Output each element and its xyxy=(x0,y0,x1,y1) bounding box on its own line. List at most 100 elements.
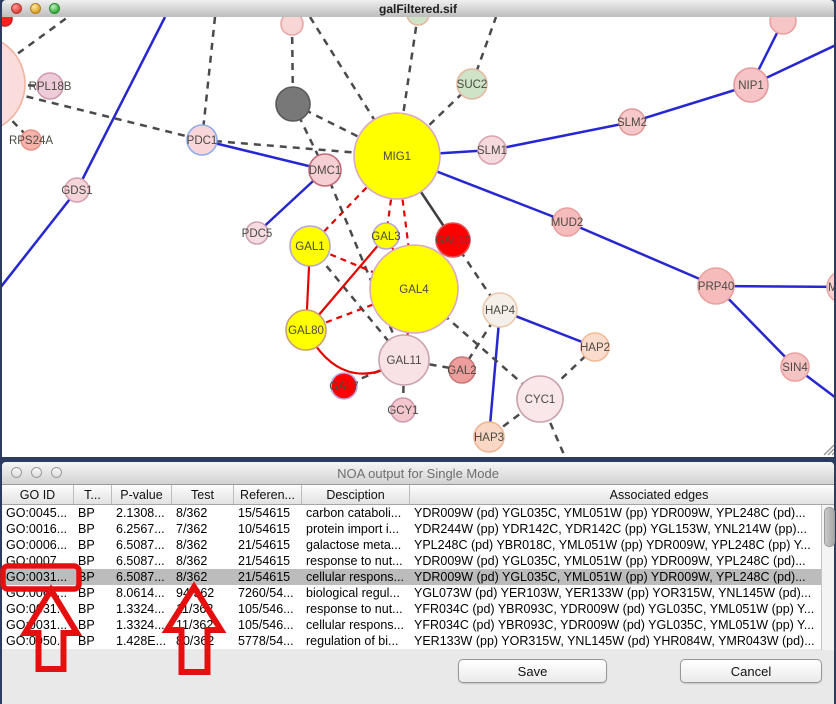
table-row-2[interactable]: GO:0016...BP6.2567...7/36210/54615protei… xyxy=(2,521,834,537)
node-topRightPink[interactable] xyxy=(770,17,796,34)
cell-type[interactable]: BP xyxy=(74,633,112,649)
cell-edges[interactable]: YGL073W (pd) YER103W, YER133W (pp) YOR31… xyxy=(410,585,836,601)
cell-reference[interactable]: 21/54615 xyxy=(234,553,302,569)
cell-p_value[interactable]: 6.5087... xyxy=(112,569,172,585)
table-row-1[interactable]: GO:0045...BP2.1308...8/36215/54615carbon… xyxy=(2,505,834,521)
cell-go_id[interactable]: GO:0007... xyxy=(2,553,74,569)
cell-type[interactable]: BP xyxy=(74,537,112,553)
table-row-7[interactable]: GO:0031...BP1.3324...11/362105/546...res… xyxy=(2,601,834,617)
cell-type[interactable]: BP xyxy=(74,505,112,521)
cell-type[interactable]: BP xyxy=(74,585,112,601)
column-header-go-id[interactable]: GO ID xyxy=(2,485,74,504)
cell-type[interactable]: BP xyxy=(74,617,112,633)
column-header-desciption[interactable]: Desciption xyxy=(302,485,410,504)
cell-p_value[interactable]: 1.3324... xyxy=(112,601,172,617)
cell-p_value[interactable]: 1.3324... xyxy=(112,617,172,633)
cell-type[interactable]: BP xyxy=(74,569,112,585)
node-label-GAL11: GAL11 xyxy=(387,355,422,367)
cell-test[interactable]: 8/362 xyxy=(172,553,234,569)
cell-edges[interactable]: YDR244W (pp) YDR142C, YDR142C (pp) YGL15… xyxy=(410,521,836,537)
cell-test[interactable]: 7/362 xyxy=(172,521,234,537)
table-row-3[interactable]: GO:0006...BP6.5087...8/36221/54615galact… xyxy=(2,537,834,553)
cell-reference[interactable]: 105/546... xyxy=(234,617,302,633)
close-button[interactable] xyxy=(11,3,22,14)
cell-reference[interactable]: 21/54615 xyxy=(234,569,302,585)
cell-description[interactable]: regulation of bi... xyxy=(302,633,410,649)
vertical-scrollbar[interactable] xyxy=(821,505,834,650)
cell-type[interactable]: BP xyxy=(74,521,112,537)
column-header-test[interactable]: Test xyxy=(172,485,234,504)
close-button[interactable] xyxy=(11,467,22,478)
cell-test[interactable]: 11/362 xyxy=(172,601,234,617)
graph-window-titlebar[interactable]: galFiltered.sif xyxy=(2,0,834,18)
table-row-6[interactable]: GO:0065...BP8.0614...94/3627260/54...bio… xyxy=(2,585,834,601)
cell-test[interactable]: 8/362 xyxy=(172,537,234,553)
cell-description[interactable]: galactose meta... xyxy=(302,537,410,553)
cell-description[interactable]: carbon cataboli... xyxy=(302,505,410,521)
node-greenTop[interactable] xyxy=(407,17,429,25)
noa-window-titlebar[interactable]: NOA output for Single Mode xyxy=(2,462,834,485)
node-topPale[interactable] xyxy=(281,17,303,35)
table-row-4[interactable]: GO:0007...BP6.5087...8/36221/54615respon… xyxy=(2,553,834,569)
cell-reference[interactable]: 15/54615 xyxy=(234,505,302,521)
zoom-button[interactable] xyxy=(49,3,60,14)
cell-edges[interactable]: YFR034C (pd) YBR093C, YDR009W (pd) YGL03… xyxy=(410,601,836,617)
cell-p_value[interactable]: 8.0614... xyxy=(112,585,172,601)
table-row-9[interactable]: GO:0050...BP1.428E...80/3625778/54...reg… xyxy=(2,633,834,649)
column-header-t-[interactable]: T... xyxy=(74,485,112,504)
cell-go_id[interactable]: GO:0006... xyxy=(2,537,74,553)
cell-edges[interactable]: YPL248C (pd) YBR018C, YML051W (pp) YDR00… xyxy=(410,537,836,553)
cell-test[interactable]: 11/362 xyxy=(172,617,234,633)
cell-go_id[interactable]: GO:0031... xyxy=(2,601,74,617)
cell-reference[interactable]: 7260/54... xyxy=(234,585,302,601)
zoom-button[interactable] xyxy=(51,467,62,478)
minimize-button[interactable] xyxy=(31,467,42,478)
column-header-p-value[interactable]: P-value xyxy=(112,485,172,504)
scrollbar-thumb[interactable] xyxy=(824,507,835,547)
cell-reference[interactable]: 21/54615 xyxy=(234,537,302,553)
column-header-associated-edges[interactable]: Associated edges xyxy=(410,485,836,504)
cell-description[interactable]: cellular respons... xyxy=(302,617,410,633)
cell-edges[interactable]: YDR009W (pd) YGL035C, YML051W (pp) YDR00… xyxy=(410,505,836,521)
cell-edges[interactable]: YDR009W (pd) YGL035C, YML051W (pp) YDR00… xyxy=(410,553,836,569)
cell-type[interactable]: BP xyxy=(74,601,112,617)
cell-go_id[interactable]: GO:0031... xyxy=(2,617,74,633)
save-button[interactable]: Save xyxy=(458,659,607,683)
table-row-5[interactable]: GO:0031...BP6.5087...8/36221/54615cellul… xyxy=(2,569,834,585)
cell-p_value[interactable]: 6.5087... xyxy=(112,553,172,569)
table-row-8[interactable]: GO:0031...BP1.3324...11/362105/546...cel… xyxy=(2,617,834,633)
cell-test[interactable]: 8/362 xyxy=(172,569,234,585)
minimize-button[interactable] xyxy=(30,3,41,14)
cell-edges[interactable]: YDR009W (pd) YGL035C, YML051W (pp) YDR00… xyxy=(410,569,836,585)
node-tinyRedTL[interactable] xyxy=(2,17,12,26)
cell-go_id[interactable]: GO:0045... xyxy=(2,505,74,521)
cell-go_id[interactable]: GO:0050... xyxy=(2,633,74,649)
cell-test[interactable]: 80/362 xyxy=(172,633,234,649)
cell-description[interactable]: protein import i... xyxy=(302,521,410,537)
cell-type[interactable]: BP xyxy=(74,553,112,569)
cell-p_value[interactable]: 1.428E... xyxy=(112,633,172,649)
network-canvas[interactable]: RPL18BRPS24AGDS1PDC1MIG1DMC1SUC2SLM1SLM2… xyxy=(2,17,834,457)
cell-go_id[interactable]: GO:0016... xyxy=(2,521,74,537)
cell-edges[interactable]: YER133W (pp) YOR315W, YNL145W (pd) YHR08… xyxy=(410,633,836,649)
cell-edges[interactable]: YFR034C (pd) YBR093C, YDR009W (pd) YGL03… xyxy=(410,617,836,633)
cell-p_value[interactable]: 6.2567... xyxy=(112,521,172,537)
cancel-button[interactable]: Cancel xyxy=(680,659,822,683)
cell-p_value[interactable]: 6.5087... xyxy=(112,537,172,553)
column-header-referen-[interactable]: Referen... xyxy=(234,485,302,504)
cell-go_id[interactable]: GO:0031... xyxy=(2,569,74,585)
cell-reference[interactable]: 105/546... xyxy=(234,601,302,617)
resize-grip[interactable] xyxy=(832,453,834,455)
cell-description[interactable]: response to nut... xyxy=(302,553,410,569)
node-grayNode[interactable] xyxy=(276,87,310,121)
cell-p_value[interactable]: 2.1308... xyxy=(112,505,172,521)
cell-reference[interactable]: 10/54615 xyxy=(234,521,302,537)
cell-test[interactable]: 8/362 xyxy=(172,505,234,521)
cell-go_id[interactable]: GO:0065... xyxy=(2,585,74,601)
screen: { "graph_window": { "title": "galFiltere… xyxy=(0,0,836,704)
cell-test[interactable]: 94/362 xyxy=(172,585,234,601)
cell-reference[interactable]: 5778/54... xyxy=(234,633,302,649)
cell-description[interactable]: response to nut... xyxy=(302,601,410,617)
cell-description[interactable]: cellular respons... xyxy=(302,569,410,585)
cell-description[interactable]: biological regul... xyxy=(302,585,410,601)
